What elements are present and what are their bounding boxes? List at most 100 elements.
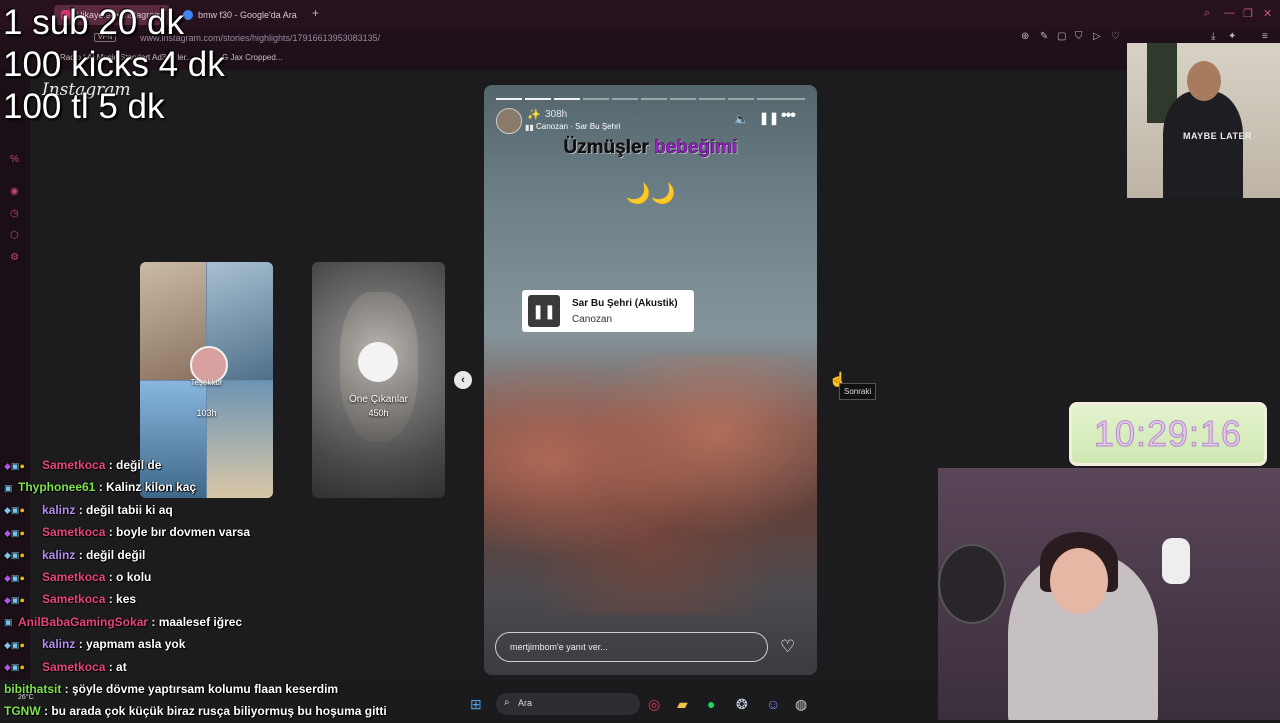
story-progress-segment	[641, 98, 667, 100]
album-art-pause-icon: ❚❚	[528, 295, 560, 327]
moon-emoji: 🌙🌙	[625, 183, 676, 205]
clock-time: 10:29:16	[1093, 413, 1243, 455]
story-reply-input[interactable]	[495, 632, 768, 662]
discord-icon[interactable]: ☺	[766, 696, 780, 712]
story-card-name: Öne Çıkanlar	[349, 394, 408, 405]
chat-badges-icon: ◆▣●	[4, 505, 25, 516]
chat-username[interactable]: Sametkoca	[42, 458, 105, 472]
story-progress-segment	[728, 98, 754, 100]
clock-widget: 10:29:16	[1069, 402, 1267, 466]
file-explorer-icon[interactable]: ▰	[677, 696, 688, 713]
minimize-icon[interactable]: —	[1224, 7, 1235, 19]
chat-message: ◆▣● Sametkoca : boyle bır dovmen varsa	[4, 521, 434, 543]
chat-message: ▣ Thyphonee61 : Kalinz kilon kaç	[4, 476, 434, 498]
chat-badges-icon: ◆▣●	[4, 639, 25, 650]
new-tab-button[interactable]: +	[312, 6, 319, 20]
volume-icon[interactable]: 🔈	[734, 112, 749, 126]
previous-story-button[interactable]: ‹	[454, 371, 472, 389]
story-progress-segment	[757, 98, 805, 100]
chat-text: değil de	[116, 458, 162, 472]
chat-username[interactable]: Sametkoca	[42, 660, 105, 674]
search-icon: ⌕	[504, 697, 510, 708]
sidebar-extensions-icon[interactable]: ⬡	[10, 230, 19, 241]
chat-overlay: ◆▣● Sametkoca : değil de ▣ Thyphonee61 : Ka…	[4, 454, 434, 723]
chat-text: değil tabii ki aq	[86, 502, 173, 517]
story-card-time: 450h	[368, 408, 389, 418]
story-progress-segment	[496, 98, 522, 100]
menu-icon[interactable]: ≡	[1262, 31, 1268, 42]
chat-username[interactable]: kalinz	[42, 503, 75, 517]
chat-badges-icon: ◆▣●	[4, 662, 25, 673]
chat-username[interactable]: Sametkoca	[42, 592, 105, 606]
chat-username[interactable]: Sametkoca	[42, 570, 105, 584]
story-card-name: Teşekkür	[190, 378, 223, 387]
taskbar-search[interactable]: ⌕ Ara	[496, 693, 640, 715]
story-timestamp: 308h	[545, 109, 568, 120]
music-sticker[interactable]: ❚❚ Sar Bu Şehri (Akustik) Canozan	[522, 290, 694, 332]
chat-badges-icon: ▣	[4, 617, 13, 628]
avatar	[358, 342, 398, 382]
story-music-label[interactable]: Canozan · Sar Bu Şehri	[536, 122, 621, 131]
sidebar-percent-icon[interactable]: %	[10, 154, 19, 165]
chat-badges-icon: ◆▣●	[4, 572, 25, 583]
chat-badges-icon: ▣	[4, 483, 13, 494]
pause-icon[interactable]: ❚❚	[759, 111, 779, 125]
more-options-icon[interactable]: •••	[781, 107, 796, 125]
chat-username[interactable]: kalinz	[42, 548, 75, 562]
chat-badges-icon: ◆▣●	[4, 527, 25, 538]
like-heart-icon[interactable]: ♡	[780, 637, 795, 657]
sidebar-player-icon[interactable]: ◉	[10, 186, 19, 197]
chat-username[interactable]: AnilBabaGamingSokar	[18, 615, 148, 629]
windows-taskbar	[0, 690, 1280, 720]
chat-message: ◆▣● kalinz : yapmam asla yok	[4, 633, 434, 655]
sidebar-history-icon[interactable]: ◷	[10, 208, 19, 219]
shield-icon[interactable]: ⛉	[1075, 31, 1083, 42]
steam-icon[interactable]: ❂	[736, 696, 748, 713]
chat-message: ◆▣● Sametkoca : değil de	[4, 454, 434, 476]
close-icon[interactable]: ✕	[1263, 7, 1272, 20]
weather-widget[interactable]: 26°C	[18, 694, 34, 701]
chat-username[interactable]: Thyphonee61	[18, 480, 95, 494]
chat-text: yapmam asla yok	[86, 637, 186, 652]
heart-bookmark-icon[interactable]: ♡	[1111, 31, 1120, 42]
chat-message: ◆▣● Sametkoca : o kolu	[4, 566, 434, 588]
chat-message: ◆▣● kalinz : değil değil	[4, 544, 434, 566]
snapshot-icon[interactable]: ▢	[1057, 31, 1066, 42]
spotify-icon[interactable]: ●	[707, 696, 715, 712]
chat-text: o kolu	[116, 569, 152, 584]
opera-gx-icon[interactable]: ◎	[648, 696, 660, 713]
search-tabs-icon[interactable]: ⌕	[1204, 7, 1210, 20]
windows-start-icon[interactable]: ⊞	[470, 696, 482, 713]
chat-text: boyle bır dovmen varsa	[116, 525, 251, 540]
story-progress-segment	[554, 98, 580, 100]
story-card-time: 103h	[196, 408, 217, 418]
download-icon[interactable]: ⤓	[1211, 31, 1215, 42]
restore-icon[interactable]: ❐	[1243, 7, 1253, 20]
zoom-icon[interactable]: ⊕	[1021, 31, 1029, 42]
chat-text: Kalinz kilon kaç	[106, 480, 197, 495]
story-progress-segment	[670, 98, 696, 100]
active-story[interactable]: ✨ 308h ▮▮ Canozan · Sar Bu Şehri 🔈 ❚❚ ••…	[484, 85, 817, 675]
webcam-streamer: MAYBE LATER	[1127, 43, 1280, 198]
obs-icon[interactable]: ◍	[795, 696, 807, 713]
goal-line: 100 tl 5 dk	[3, 87, 165, 126]
chat-username[interactable]: kalinz	[42, 637, 75, 651]
chat-message: ◆▣● kalinz : değil tabii ki aq	[4, 499, 434, 521]
play-icon[interactable]: ▷	[1093, 31, 1101, 42]
story-progress-segment	[583, 98, 609, 100]
pin-icon[interactable]: ✎	[1040, 31, 1048, 42]
bookmark-jax[interactable]: G Jax Cropped...	[222, 53, 282, 62]
sidebar-settings-icon[interactable]: ⚙	[10, 252, 19, 263]
story-author-avatar[interactable]	[496, 108, 522, 134]
webcam-guest	[938, 468, 1280, 720]
aria-ai-icon[interactable]: ✦	[1228, 31, 1236, 42]
sticker-song-title: Sar Bu Şehri (Akustik)	[572, 298, 678, 309]
chat-username[interactable]: Sametkoca	[42, 525, 105, 539]
sparkle-icon: ✨	[527, 109, 541, 121]
story-progress-segment	[699, 98, 725, 100]
chat-text: at	[116, 659, 127, 674]
goal-line: 1 sub 20 dk	[3, 3, 184, 42]
music-note-icon: ▮▮	[525, 123, 534, 132]
goal-line: 100 kicks 4 dk	[3, 45, 225, 84]
next-tooltip: Sonraki	[839, 383, 877, 400]
